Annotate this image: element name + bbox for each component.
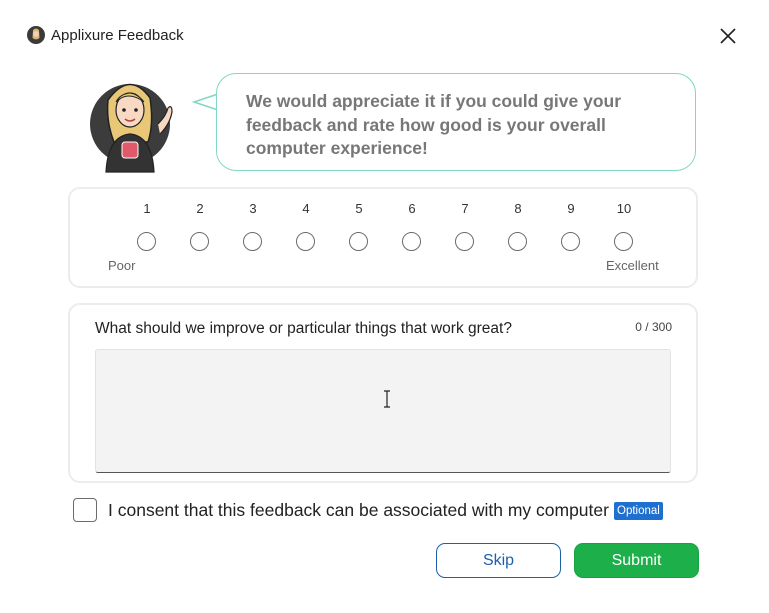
rating-radio-4[interactable] [296, 232, 315, 251]
rating-radio-8[interactable] [508, 232, 527, 251]
submit-button[interactable]: Submit [574, 543, 699, 578]
text-cursor-icon [384, 390, 390, 408]
rating-number-3: 3 [249, 201, 257, 216]
title-bar: Applixure Feedback [0, 0, 769, 70]
rating-radio-5[interactable] [349, 232, 368, 251]
prompt-text: We would appreciate it if you could give… [246, 91, 622, 158]
consent-label[interactable]: I consent that this feedback can be asso… [108, 500, 609, 521]
rating-number-9: 9 [567, 201, 575, 216]
window-title: Applixure Feedback [51, 27, 184, 44]
consent-checkbox[interactable] [73, 498, 97, 522]
rating-number-8: 8 [514, 201, 522, 216]
rating-radio-10[interactable] [614, 232, 633, 251]
rating-number-2: 2 [196, 201, 204, 216]
rating-radio-6[interactable] [402, 232, 421, 251]
rating-radio-3[interactable] [243, 232, 262, 251]
rating-number-4: 4 [302, 201, 310, 216]
rating-number-6: 6 [408, 201, 416, 216]
mascot-illustration [90, 83, 173, 173]
rating-radio-2[interactable] [190, 232, 209, 251]
rating-radio-9[interactable] [561, 232, 580, 251]
optional-badge: Optional [614, 502, 663, 520]
rating-number-7: 7 [461, 201, 469, 216]
rating-panel [68, 187, 698, 288]
rating-number-5: 5 [355, 201, 363, 216]
rating-high-label: Excellent [606, 258, 659, 273]
rating-number-10: 10 [616, 201, 632, 216]
feedback-textarea[interactable] [95, 349, 671, 473]
rating-radio-7[interactable] [455, 232, 474, 251]
prompt-bubble: We would appreciate it if you could give… [216, 73, 696, 171]
skip-button[interactable]: Skip [436, 543, 561, 578]
feedback-question: What should we improve or particular thi… [95, 320, 512, 337]
close-icon[interactable] [716, 24, 740, 48]
character-counter: 0 / 300 [635, 320, 672, 334]
avatar-icon [27, 26, 45, 44]
rating-radio-1[interactable] [137, 232, 156, 251]
rating-low-label: Poor [108, 258, 136, 273]
rating-number-1: 1 [143, 201, 151, 216]
